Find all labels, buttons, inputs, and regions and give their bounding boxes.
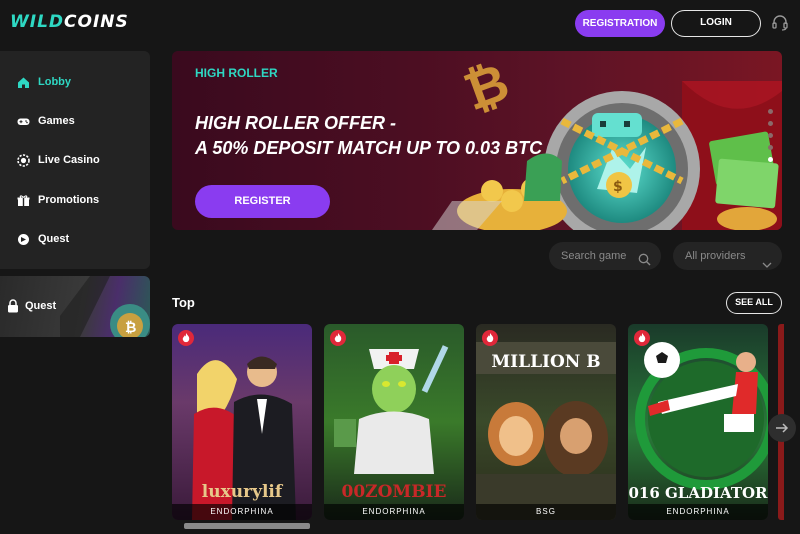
home-icon xyxy=(17,76,30,89)
carousel-dot[interactable] xyxy=(768,145,773,150)
sidebar-item-label: Games xyxy=(38,115,75,127)
sidebar-item-games[interactable]: Games xyxy=(0,106,150,136)
game-title: 016 GLADIATOR xyxy=(628,484,768,502)
promo-banner[interactable]: ₿ $ HIGH ROLLER HIGH ROLLER OFFER - A 50… xyxy=(172,51,782,230)
game-provider: BSG xyxy=(476,504,616,520)
hot-badge-icon xyxy=(482,330,498,346)
svg-text:₿: ₿ xyxy=(125,320,136,336)
carousel-dot[interactable] xyxy=(768,121,773,126)
game-card-zombie[interactable]: 00ZOMBIE ENDORPHINA xyxy=(324,324,464,520)
top-header: WILDCOINS REGISTRATION LOGIN xyxy=(0,0,800,46)
sidebar-item-promotions[interactable]: Promotions xyxy=(0,185,150,215)
wildcoins-logo[interactable]: WILDCOINS xyxy=(10,12,129,32)
sidebar-item-label: Live Casino xyxy=(38,154,100,166)
carousel-next-button[interactable] xyxy=(768,414,796,442)
carousel-dots xyxy=(768,109,774,169)
carousel-dot-active[interactable] xyxy=(768,157,773,162)
search-placeholder: Search game xyxy=(561,250,627,262)
carousel-dot[interactable] xyxy=(768,109,773,114)
sidebar-item-label: Quest xyxy=(38,233,70,245)
gift-icon xyxy=(17,194,30,207)
chevron-down-icon xyxy=(762,252,772,280)
banner-title-line1: HIGH ROLLER OFFER - xyxy=(195,113,396,133)
quest-icon xyxy=(17,233,30,246)
game-provider: ENDORPHINA xyxy=(172,504,312,520)
register-button[interactable]: REGISTER xyxy=(195,185,330,218)
login-button[interactable]: LOGIN xyxy=(671,10,761,37)
horizontal-scrollbar[interactable] xyxy=(184,523,310,529)
svg-text:$: $ xyxy=(613,179,623,195)
chip-icon xyxy=(17,153,30,167)
banner-title: HIGH ROLLER OFFER - A 50% DEPOSIT MATCH … xyxy=(195,111,542,161)
game-title: luxurylif xyxy=(201,482,283,502)
headset-icon[interactable] xyxy=(771,14,789,32)
providers-select[interactable]: All providers xyxy=(673,242,782,270)
game-title: MILLION B xyxy=(491,352,601,372)
search-game-input[interactable]: Search game xyxy=(549,242,661,270)
quest-card-label: Quest xyxy=(25,300,57,312)
registration-button[interactable]: REGISTRATION xyxy=(575,10,665,37)
game-card-gladiator[interactable]: 016 GLADIATOR ENDORPHINA xyxy=(628,324,768,520)
lock-icon xyxy=(7,299,19,318)
providers-value: All providers xyxy=(685,250,746,262)
game-card-luxurylife[interactable]: luxurylif ENDORPHINA xyxy=(172,324,312,520)
hot-badge-icon xyxy=(634,330,650,346)
game-card-million-bc[interactable]: MILLION B BSG xyxy=(476,324,616,520)
game-title: 00ZOMBIE xyxy=(341,482,447,502)
sidebar-item-lobby[interactable]: Lobby xyxy=(0,67,150,97)
hot-badge-icon xyxy=(178,330,194,346)
sidebar-item-label: Promotions xyxy=(38,194,100,206)
carousel-dot[interactable] xyxy=(768,133,773,138)
sidebar-item-quest[interactable]: Quest xyxy=(0,224,150,254)
section-title-top: Top xyxy=(172,295,195,310)
sidebar-nav: Lobby Games Live Casino Promotions Quest xyxy=(0,51,150,269)
quest-promo-card[interactable]: ₿ Quest xyxy=(0,276,150,337)
arrow-right-icon xyxy=(776,423,789,433)
quest-card-artwork: ₿ xyxy=(60,276,150,337)
game-provider: ENDORPHINA xyxy=(628,504,768,520)
hot-badge-icon xyxy=(330,330,346,346)
sidebar-item-label: Lobby xyxy=(38,76,71,88)
game-provider: ENDORPHINA xyxy=(324,504,464,520)
banner-tag: HIGH ROLLER xyxy=(195,66,278,80)
gamepad-icon xyxy=(17,115,30,128)
search-icon xyxy=(638,249,651,277)
banner-title-line2: A 50% DEPOSIT MATCH UP TO 0.03 BTC xyxy=(195,138,543,158)
see-all-button[interactable]: SEE ALL xyxy=(726,292,782,314)
sidebar-item-live-casino[interactable]: Live Casino xyxy=(0,145,150,175)
